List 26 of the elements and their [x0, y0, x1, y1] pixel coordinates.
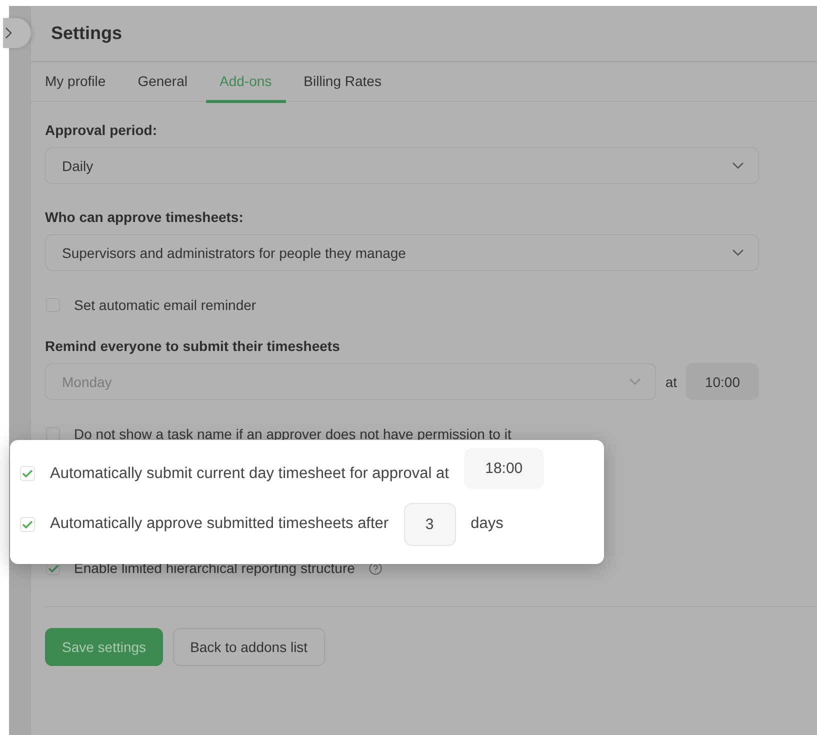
chevron-right-icon — [5, 27, 12, 39]
tab[interactable]: Billing Rates — [304, 62, 382, 103]
field-label: Remind everyone to submit their timesheets — [45, 338, 341, 354]
chevron-down-icon — [732, 249, 744, 256]
days-label: days — [470, 515, 504, 533]
approval-period-select[interactable]: Daily — [45, 147, 759, 184]
checkbox-label: Automatically approve submitted timesheets after — [50, 515, 389, 533]
approvers-select[interactable]: Supervisors and administrators for people they manage — [45, 234, 759, 271]
checkbox-label: Set automatic email reminder — [74, 297, 256, 313]
time-field[interactable]: 10:00 — [686, 363, 759, 400]
page-title: Settings — [51, 23, 122, 44]
time-field[interactable]: 18:00 — [464, 448, 544, 488]
help-icon[interactable] — [368, 562, 382, 574]
tab[interactable]: General — [138, 62, 188, 103]
sidebar-toggle-button[interactable] — [3, 18, 31, 48]
days-field[interactable]: 3 — [404, 502, 456, 546]
field-label: Who can approve timesheets: — [45, 209, 244, 225]
checkbox-label: Enable limited hierarchical reporting structure — [74, 560, 355, 576]
back-button[interactable]: Back to addons list — [173, 628, 325, 666]
chevron-down-icon — [629, 378, 642, 385]
at-label: at — [665, 374, 677, 390]
chevron-down-icon — [732, 162, 744, 169]
field-label: Approval period: — [45, 122, 158, 138]
checkbox-label: Automatically submit current day timesheet for approval at — [50, 464, 449, 482]
checkbox-label: Do not show a task name if an approver does not have permission to it — [74, 426, 512, 442]
tab[interactable]: My profile — [45, 62, 106, 103]
